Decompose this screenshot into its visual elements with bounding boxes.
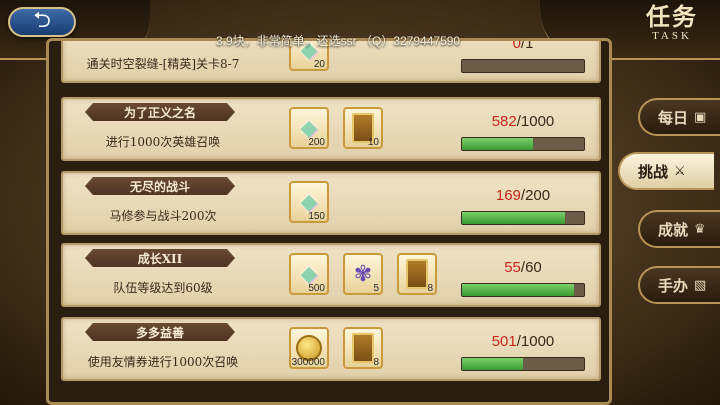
task-description: 进行1000次英雄召唤: [105, 135, 221, 149]
progress-total: /200: [520, 187, 551, 204]
task-row[interactable]: 无尽的战斗马修参与战斗200次 ◆ 150 169/200: [61, 171, 601, 235]
creature-icon: ✾: [353, 261, 373, 287]
tab-label: 每日: [658, 108, 689, 127]
progress-text: 0/1: [461, 38, 585, 52]
tab-achievement[interactable]: 成就 ♛: [638, 210, 720, 248]
progress-current: 582: [491, 113, 517, 130]
reward-quantity: 200: [308, 137, 325, 148]
task-row[interactable]: 多多益善使用友情券进行1000次召唤 300000 8 501/1000: [61, 317, 601, 381]
task-list-panel[interactable]: 通关时空裂缝-[精英]关卡8-7 ◆ 20 0/1 为了正义之名进行1000次英雄召唤 ◆…: [46, 38, 612, 405]
progress-current: 0: [512, 38, 521, 52]
progress-text: 582/1000: [461, 113, 585, 130]
reward-item[interactable]: 8: [343, 327, 383, 369]
reward-item[interactable]: ◆ 200: [289, 107, 329, 149]
tab-challenge[interactable]: 挑战 ⚔: [618, 152, 714, 190]
progress-total: /1000: [516, 113, 555, 130]
back-arrow-icon: ⮌: [33, 8, 51, 33]
reward-quantity: 10: [367, 137, 379, 148]
progress-current: 501: [491, 333, 517, 350]
task-name: 成长XII: [85, 249, 235, 267]
task-row[interactable]: 成长XII 队伍等级达到60级 ◆ 500 ✾ 5 8 55/60: [61, 243, 601, 307]
progress-text: 501/1000: [461, 333, 585, 350]
progress-total: /1: [520, 38, 534, 52]
trophy-icon: ♛: [694, 221, 706, 237]
task-description: 使用友情券进行1000次召唤: [87, 355, 239, 369]
reward-quantity: 8: [427, 283, 433, 294]
reward-item[interactable]: ◆ 500: [289, 253, 329, 295]
reward-quantity: 300000: [291, 357, 325, 368]
progress-total: /1000: [516, 333, 555, 350]
task-name: 为了正义之名: [85, 103, 235, 121]
reward-item[interactable]: ✾ 5: [343, 253, 383, 295]
progress-fill: [462, 138, 533, 150]
tab-figure[interactable]: 手办 ▧: [638, 266, 720, 304]
watermark-text: 3.9块，非常简单，还选ssr （Q）3279447590: [216, 34, 461, 48]
tab-label: 手办: [658, 276, 689, 295]
reward-quantity: 20: [313, 59, 325, 70]
crossed-swords-icon: ⚔: [674, 163, 686, 179]
calendar-icon: ▣: [694, 109, 707, 125]
tab-daily[interactable]: 每日 ▣: [638, 98, 720, 136]
reward-item[interactable]: 300000: [289, 327, 329, 369]
reward-item[interactable]: 8: [397, 253, 437, 295]
task-description: 通关时空裂缝-[精英]关卡8-7: [86, 57, 240, 71]
summon-ticket-icon: [406, 259, 428, 289]
progress-fill: [462, 358, 524, 370]
progress-fill: [462, 284, 574, 296]
tab-label: 挑战: [638, 162, 669, 181]
progress-bar: [461, 283, 585, 297]
progress-current: 55: [504, 259, 521, 276]
page-title-text: 任务: [646, 2, 698, 31]
reward-quantity: 5: [373, 283, 379, 294]
task-name: 多多益善: [85, 323, 235, 341]
progress-bar: [461, 357, 585, 371]
tab-label: 成就: [658, 220, 689, 239]
progress-text: 169/200: [461, 187, 585, 204]
page-title: 任务 TASK: [646, 2, 698, 43]
task-description: 马修参与战斗200次: [109, 209, 217, 223]
progress-text: 55/60: [461, 259, 585, 276]
progress-bar: [461, 211, 585, 225]
reward-quantity: 500: [308, 283, 325, 294]
reward-item[interactable]: 10: [343, 107, 383, 149]
reward-item[interactable]: ◆ 150: [289, 181, 329, 223]
reward-quantity: 8: [373, 357, 379, 368]
task-description: 队伍等级达到60级: [113, 281, 213, 295]
figure-icon: ▧: [694, 277, 707, 293]
progress-total: /60: [520, 259, 542, 276]
summon-ticket-icon: [352, 333, 374, 363]
reward-quantity: 150: [308, 211, 325, 222]
page-title-en: TASK: [652, 30, 692, 42]
progress-current: 169: [495, 187, 521, 204]
progress-fill: [462, 212, 566, 224]
task-row[interactable]: 为了正义之名进行1000次英雄召唤 ◆ 200 10 582/1000: [61, 97, 601, 161]
progress-bar: [461, 137, 585, 151]
progress-bar: [461, 59, 585, 73]
back-button[interactable]: ⮌: [8, 7, 76, 37]
task-name: 无尽的战斗: [85, 177, 235, 195]
